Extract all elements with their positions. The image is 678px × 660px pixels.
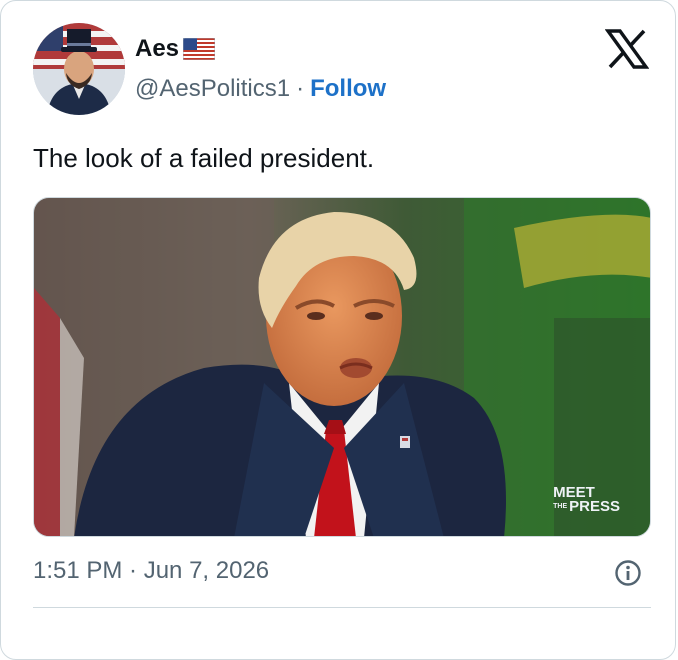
avatar[interactable] bbox=[33, 23, 125, 115]
us-flag-icon bbox=[182, 37, 216, 61]
watermark-line2: PRESS bbox=[569, 498, 620, 515]
meet-the-press-watermark: MEET THE PRESS bbox=[553, 485, 620, 515]
x-logo-icon[interactable] bbox=[604, 29, 650, 69]
author-name[interactable]: Aes bbox=[135, 35, 179, 63]
tweet-text: The look of a failed president. bbox=[33, 143, 375, 173]
separator-dot: · bbox=[296, 75, 305, 102]
info-icon[interactable] bbox=[613, 558, 643, 588]
avatar-image bbox=[33, 23, 125, 115]
tweet-card: Aes @AesPolitics1 · Follow The look of a f bbox=[0, 0, 676, 660]
author-handle[interactable]: @AesPolitics1 bbox=[135, 75, 290, 102]
tweet-timestamp[interactable]: 1:51 PM · Jun 7, 2026 bbox=[33, 557, 269, 585]
author-name-row: Aes bbox=[135, 35, 216, 63]
author-handle-row: @AesPolitics1 · Follow bbox=[135, 75, 386, 103]
watermark-small: THE bbox=[553, 503, 568, 510]
divider bbox=[33, 607, 651, 608]
tweet-media[interactable]: MEET THE PRESS bbox=[33, 197, 651, 537]
follow-button[interactable]: Follow bbox=[310, 75, 386, 102]
